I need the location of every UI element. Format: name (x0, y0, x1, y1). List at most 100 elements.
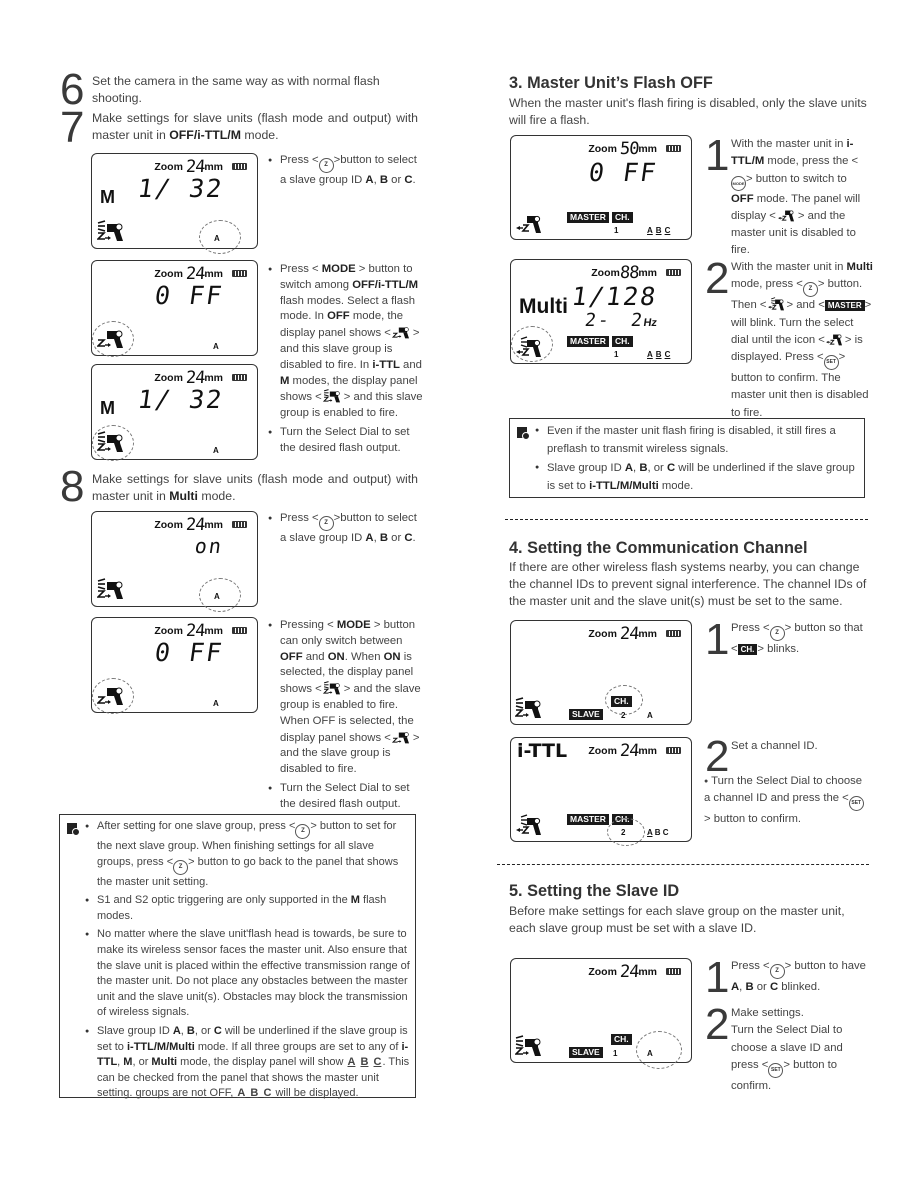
step-6-text: Set the camera in the same way as with n… (92, 74, 380, 105)
battery-icon (666, 747, 681, 754)
highlight-circle (92, 425, 134, 461)
bullet-select-group: Press <Z>button to select a slave group … (268, 153, 418, 189)
bullet-mode-switch: Press < MODE > button to switch among OF… (268, 262, 424, 457)
zoom-readout: Zoom 24mm (154, 515, 223, 535)
zoom-readout: Zoom88mm (591, 263, 657, 283)
step-number-7: 7 (60, 103, 85, 152)
set-button-icon: SET (823, 355, 839, 371)
slave-flash-on-icon (515, 1035, 545, 1057)
group-id: A (213, 342, 219, 351)
channel-value: 1 (613, 1049, 618, 1058)
multi-times: 2- (583, 310, 613, 331)
channel-tag: CH. (612, 336, 633, 347)
master-flash-off-icon (515, 212, 545, 234)
lcd-panel-master-off: Zoom 50mm 0 FF MASTER CH. 1 ABC (510, 135, 692, 240)
zoom-readout: Zoom 24mm (588, 741, 657, 761)
channel-value: 2 (621, 711, 626, 720)
master-tag-icon: MASTER (824, 300, 865, 312)
master-tag: MASTER (567, 212, 609, 223)
battery-icon (666, 968, 681, 975)
sec4-step2-bullet: ● Turn the Select Dial to choose a chann… (704, 775, 864, 826)
flash-output-value: 0 FF (586, 158, 660, 187)
note-icon (67, 823, 80, 836)
lcd-panel-slave-id: Zoom 24mm CH. SLAVE 1 A (510, 958, 692, 1069)
flash-output-value: 0 FF (152, 638, 226, 667)
flash-output-value: on (193, 534, 225, 558)
flash-output-value: 0 FF (152, 281, 226, 310)
battery-icon (232, 374, 247, 381)
lcd-panel-m-1-32: Zoom 24mm 1/ 32 M A (91, 153, 258, 254)
battery-icon (666, 145, 681, 152)
sec3-step1-text: With the master unit in i-TTL/M mode, pr… (731, 138, 861, 257)
group-ids: A B C (647, 828, 669, 837)
wireless-button-icon: Z (802, 282, 818, 298)
step-number-1: 1 (705, 131, 730, 180)
channel-tag: CH. (612, 212, 633, 223)
battery-icon (666, 630, 681, 637)
lcd-panel-off-multi: Zoom 24mm 0 FF A (91, 617, 258, 714)
master-tag: MASTER (567, 814, 609, 825)
group-ids: ABC (647, 226, 671, 235)
highlight-circle (636, 1031, 682, 1069)
sec4-step1-text: Press < Z > button so that < CH. > blinks. (731, 622, 863, 655)
sec4-step2-text: Set a channel ID. (731, 740, 818, 752)
sec5-step1-text: Press < Z > button to have A, B or C blink… (731, 960, 866, 993)
lcd-panel-master-channel: i-TTL Zoom 24mm MASTER CH. 2 A B C (510, 737, 692, 846)
section-3-title: 3. Master Unit’s Flash OFF (509, 74, 713, 92)
master-flash-off-icon (825, 332, 845, 346)
master-flash-on-icon (767, 297, 787, 311)
group-id: A (647, 711, 653, 720)
lcd-panel-on: Zoom 24mm on A (91, 511, 258, 612)
battery-icon (232, 270, 247, 277)
battery-icon (232, 521, 247, 528)
highlight-circle (607, 818, 645, 846)
slave-flash-on-icon (97, 578, 127, 600)
multi-frequency: 2Hz (629, 310, 658, 331)
lcd-panel-off: Zoom 24mm 0 FF A (91, 260, 258, 357)
highlight-circle (92, 678, 134, 714)
note-bullets: After setting for one slave group, press… (85, 819, 410, 1102)
zoom-readout: Zoom 50mm (588, 139, 657, 159)
slave-flash-on-icon (322, 389, 344, 403)
zoom-readout: Zoom 24mm (588, 962, 657, 982)
set-button-icon: SET (848, 796, 864, 812)
lcd-panel-slave-channel: Zoom 24mm CH. SLAVE 2 A (510, 620, 692, 725)
step-8-text: Make settings for slave units (flash mod… (92, 472, 418, 503)
slave-tag: SLAVE (569, 1047, 603, 1058)
step-7-text: Make settings for slave units (flash mod… (92, 111, 418, 142)
flash-output-value: 1/ 32 (135, 174, 226, 203)
group-id: A (213, 446, 219, 455)
section-5-title: 5. Setting the Slave ID (509, 882, 680, 900)
sec5-step2-text: Make settings. Turn the Select Dial to c… (731, 1007, 843, 1092)
group-id: A (213, 699, 219, 708)
wireless-button-icon: Z (769, 626, 785, 641)
highlight-circle (511, 326, 553, 362)
slave-flash-on-icon (322, 681, 344, 695)
flash-output-value: 1/128 (569, 282, 660, 311)
section-divider (497, 864, 869, 865)
mode-button-icon: MODE (731, 175, 746, 191)
channel-value: 1 (614, 350, 619, 359)
battery-icon (666, 269, 681, 276)
bullet-select-group-multi: Press <Z>button to select a slave group … (268, 511, 418, 547)
lcd-panel-master-multi: Zoom88mm 1/128 Multi 2- 2Hz MASTER CH. 1… (510, 259, 692, 364)
note-box-slave-settings: After setting for one slave group, press… (59, 814, 416, 1099)
master-tag: MASTER (567, 336, 609, 347)
slave-flash-on-icon (515, 697, 545, 719)
section-5-intro: Before make settings for each slave grou… (509, 904, 845, 935)
wireless-button-icon: Z (173, 859, 189, 875)
note-box-master-off: Even if the master unit flash firing is … (509, 418, 865, 498)
note-icon (517, 427, 530, 440)
flash-output-value: 1/ 32 (135, 385, 226, 414)
wireless-button-icon: Z (318, 516, 334, 531)
flash-mode-label: M (100, 187, 115, 207)
channel-tag: CH. (611, 1034, 632, 1045)
battery-icon (232, 163, 247, 170)
section-4-title: 4. Setting the Communication Channel (509, 539, 808, 557)
highlight-circle (92, 321, 134, 357)
lcd-panel-m-1-32-b: Zoom 24mm 1/ 32 M A (91, 364, 258, 461)
flash-mode-label: Multi (519, 295, 568, 318)
master-flash-on-icon (515, 814, 545, 836)
channel-value: 1 (614, 226, 619, 235)
slave-flash-on-icon (97, 220, 127, 242)
